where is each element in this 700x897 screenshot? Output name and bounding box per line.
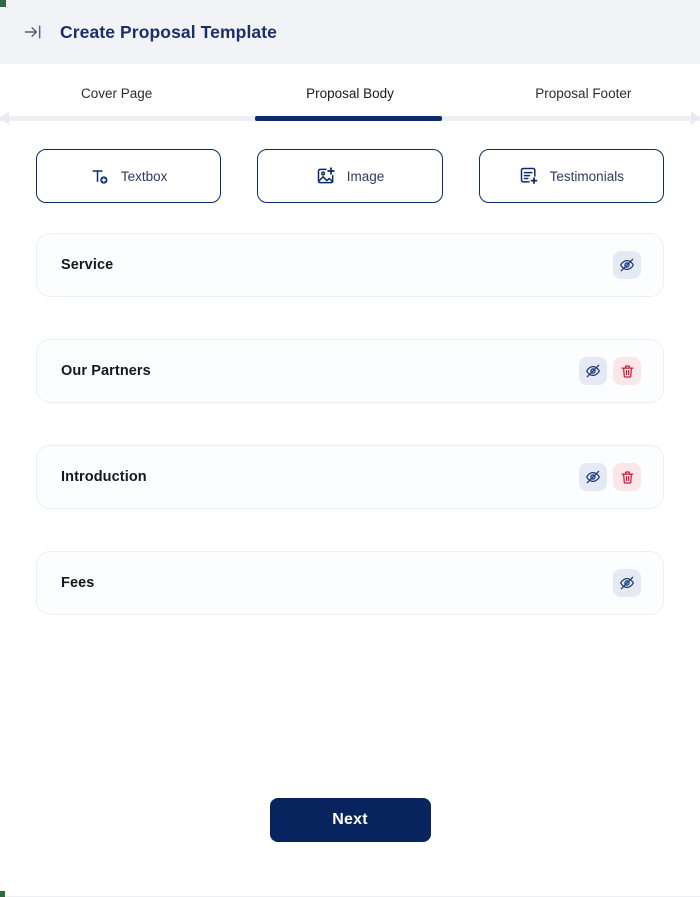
page-title: Create Proposal Template: [60, 21, 278, 42]
add-testimonials-label: Testimonials: [549, 168, 624, 184]
image-add-icon: [316, 166, 336, 186]
table-row[interactable]: Introduction: [36, 445, 664, 509]
divider-notch-right: [691, 111, 700, 125]
tab-proposal-footer-label: Proposal Footer: [535, 86, 632, 101]
section-title: Introduction: [61, 469, 147, 485]
divider-notch-left: [0, 111, 9, 125]
table-row[interactable]: Our Partners: [36, 339, 664, 403]
tab-cover-page-label: Cover Page: [81, 86, 153, 101]
delete-section-button[interactable]: [613, 357, 641, 385]
add-textbox-label: Textbox: [120, 168, 168, 184]
text-add-icon: [90, 166, 110, 186]
row-actions: [579, 463, 641, 491]
arrow-right-to-bar-icon[interactable]: [22, 21, 44, 43]
hide-section-button[interactable]: [613, 569, 641, 597]
row-actions: [613, 251, 641, 279]
create-proposal-template-screen: Create Proposal Template Cover Page Prop…: [0, 0, 700, 897]
tab-proposal-body-label: Proposal Body: [306, 86, 394, 101]
footer-actions: Next: [0, 798, 700, 842]
hide-section-button[interactable]: [613, 251, 641, 279]
row-actions: [579, 357, 641, 385]
tab-proposal-body[interactable]: Proposal Body: [233, 86, 466, 101]
tab-proposal-footer[interactable]: Proposal Footer: [467, 86, 700, 101]
page-header: Create Proposal Template: [0, 0, 700, 64]
tab-bar: Cover Page Proposal Body Proposal Footer: [0, 64, 700, 125]
tab-active-indicator: [255, 116, 442, 121]
document-add-icon: [519, 166, 539, 186]
delete-section-button[interactable]: [613, 463, 641, 491]
corner-artifact-bottom-left: [0, 891, 5, 897]
next-button[interactable]: Next: [269, 798, 431, 842]
tab-cover-page[interactable]: Cover Page: [0, 86, 233, 101]
hide-section-button[interactable]: [579, 463, 607, 491]
table-row[interactable]: Service: [36, 233, 664, 297]
section-title: Service: [61, 257, 114, 273]
table-row[interactable]: Fees: [36, 551, 664, 615]
add-textbox-button[interactable]: Textbox: [36, 149, 222, 203]
corner-artifact-top-left: [0, 0, 6, 7]
section-list: Service Our Partners Introduction Fees: [36, 233, 664, 615]
content-area: Textbox Image Testimonials Service Our P…: [0, 149, 700, 615]
section-title: Fees: [61, 575, 95, 591]
row-actions: [613, 569, 641, 597]
hide-section-button[interactable]: [579, 357, 607, 385]
add-image-label: Image: [346, 168, 385, 184]
add-image-button[interactable]: Image: [257, 149, 443, 203]
add-testimonials-button[interactable]: Testimonials: [478, 149, 664, 203]
section-title: Our Partners: [61, 363, 151, 379]
add-block-toolbar: Textbox Image Testimonials: [36, 149, 664, 203]
